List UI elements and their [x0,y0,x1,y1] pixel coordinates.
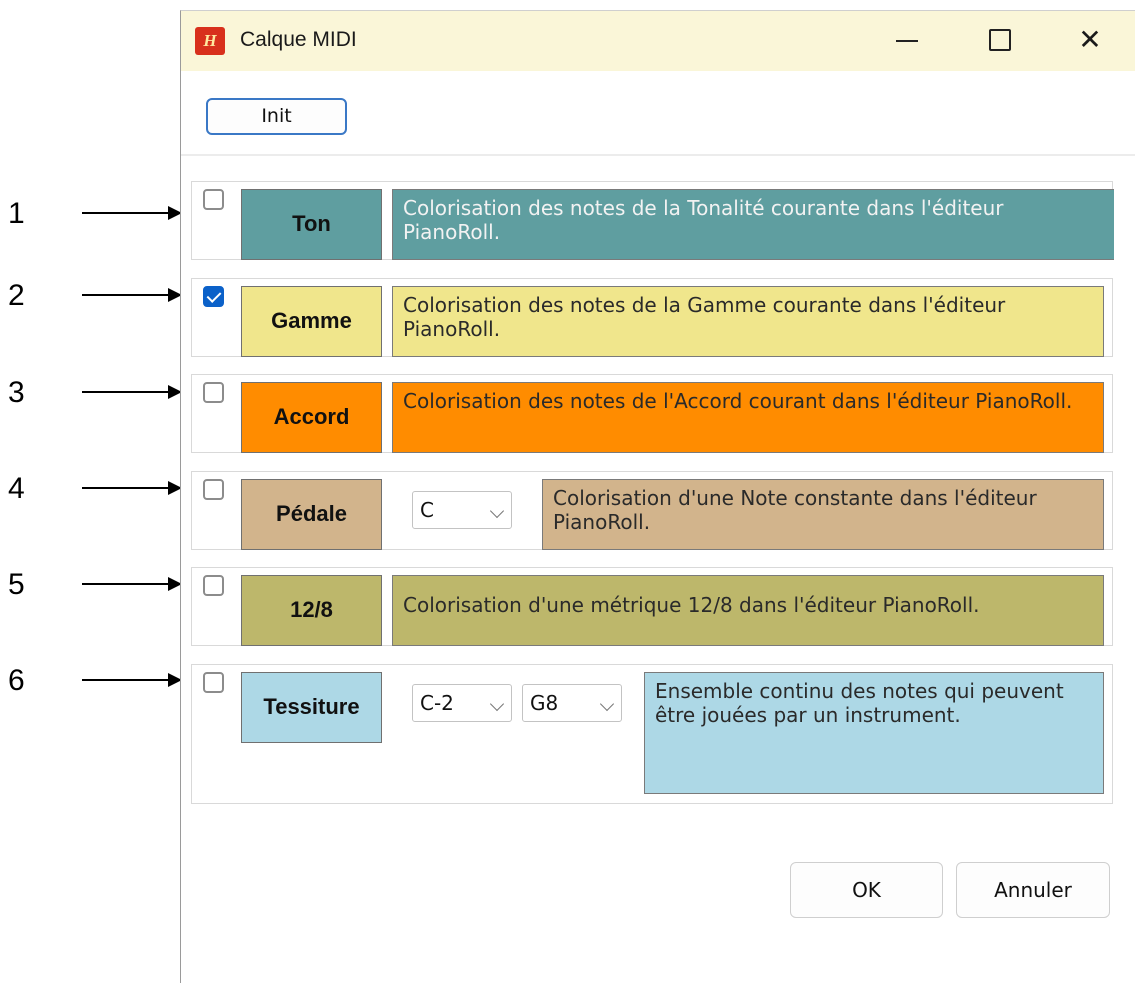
layer-label: Tessiture [241,672,382,743]
close-icon: ✕ [1078,23,1102,56]
window-title: Calque MIDI [240,28,357,51]
app-logo-icon: H [195,27,225,55]
arrow-line [82,212,172,214]
annotation-3: 3 [0,378,185,408]
annotation-2: 2 [0,281,185,311]
maximize-button[interactable] [953,11,1043,71]
pedal-note-select[interactable]: C [412,491,512,529]
layer-checkbox[interactable] [203,575,224,596]
minimize-button[interactable] [861,11,951,71]
layer-label: Pédale [241,479,382,550]
annotation-number: 3 [8,376,25,409]
layer-checkbox[interactable] [203,286,224,307]
select-value: G8 [530,691,559,715]
layer-description: Colorisation d'une métrique 12/8 dans l'… [392,575,1104,646]
layer-label: 12/8 [241,575,382,646]
select-value: C-2 [420,691,454,715]
arrow-line [82,391,172,393]
annotation-number: 1 [8,197,25,230]
chevron-down-icon [489,503,505,519]
layer-description: Colorisation des notes de la Tonalité co… [392,189,1114,260]
layer-row-gamme: Gamme Colorisation des notes de la Gamme… [191,278,1113,357]
layer-description: Ensemble continu des notes qui peuvent ê… [644,672,1104,794]
ok-button[interactable]: OK [790,862,943,918]
layer-row-pedale: Pédale C Colorisation d'une Note constan… [191,471,1113,550]
layer-description: Colorisation d'une Note constante dans l… [542,479,1104,550]
minimize-icon [896,40,918,42]
layer-checkbox[interactable] [203,672,224,693]
init-button[interactable]: Init [206,98,347,135]
annotation-number: 2 [8,279,25,312]
arrow-line [82,487,172,489]
layer-checkbox[interactable] [203,189,224,210]
range-low-select[interactable]: C-2 [412,684,512,722]
layer-row-accord: Accord Colorisation des notes de l'Accor… [191,374,1113,453]
arrow-line [82,583,172,585]
annotation-number: 5 [8,568,25,601]
arrow-line [82,294,172,296]
range-high-select[interactable]: G8 [522,684,622,722]
layer-row-ton: Ton Colorisation des notes de la Tonalit… [191,181,1114,260]
arrow-line [82,679,172,681]
title-bar[interactable]: H Calque MIDI ✕ [181,11,1135,71]
annotation-number: 6 [8,664,25,697]
maximize-icon [989,29,1011,51]
layer-description: Colorisation des notes de l'Accord coura… [392,382,1104,453]
annotation-1: 1 [0,199,185,229]
layer-label: Gamme [241,286,382,357]
divider [181,154,1135,156]
annotation-6: 6 [0,666,185,696]
chevron-down-icon [489,696,505,712]
layer-row-tessiture: Tessiture C-2 G8 Ensemble continu des no… [191,664,1113,804]
layer-checkbox[interactable] [203,382,224,403]
annotation-5: 5 [0,570,185,600]
close-button[interactable]: ✕ [1045,11,1135,71]
layer-row-12-8: 12/8 Colorisation d'une métrique 12/8 da… [191,567,1113,646]
annotation-4: 4 [0,474,185,504]
layer-label: Ton [241,189,382,260]
select-value: C [420,498,434,522]
layer-checkbox[interactable] [203,479,224,500]
chevron-down-icon [599,696,615,712]
layer-label: Accord [241,382,382,453]
dialog-window: H Calque MIDI ✕ Init Ton Colorisation de… [180,10,1135,983]
cancel-button[interactable]: Annuler [956,862,1110,918]
layer-description: Colorisation des notes de la Gamme coura… [392,286,1104,357]
annotation-number: 4 [8,472,25,505]
